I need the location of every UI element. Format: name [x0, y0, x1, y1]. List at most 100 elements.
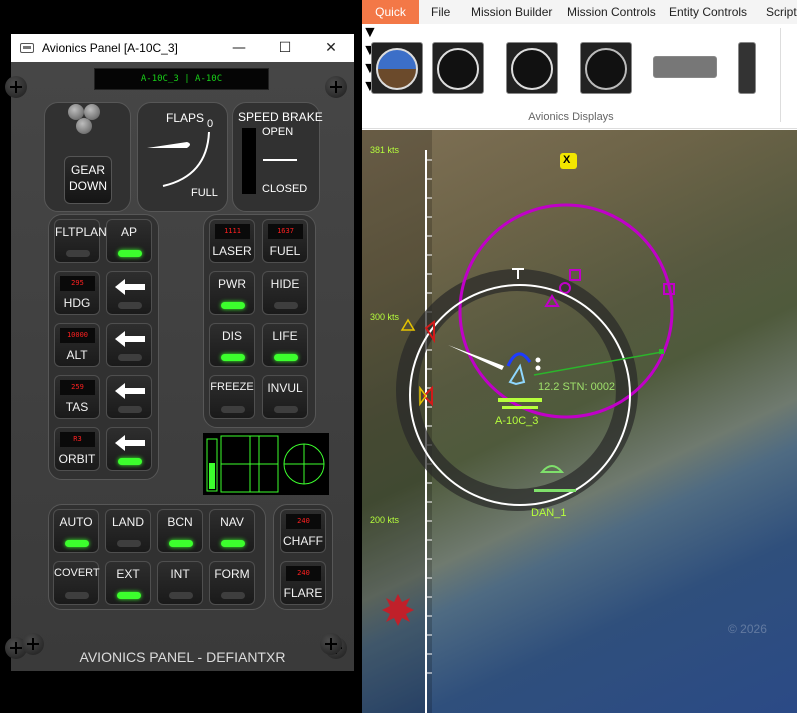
pwr-button[interactable]: PWR: [209, 271, 255, 315]
hide-label: HIDE: [270, 277, 300, 291]
life-button[interactable]: LIFE: [262, 323, 308, 367]
screw-icon: [5, 76, 27, 98]
panel-footer: AVIONICS PANEL - DEFIANTXR: [79, 649, 286, 665]
flare-button[interactable]: 240 FLARE: [280, 561, 326, 605]
menu-quick[interactable]: Quick: [362, 0, 419, 24]
ext-button[interactable]: EXT: [105, 561, 151, 605]
orbit-display: R3: [60, 432, 95, 447]
int-button[interactable]: INT: [157, 561, 203, 605]
laser-label: LASER: [212, 244, 252, 258]
life-label: LIFE: [272, 329, 298, 343]
form-button[interactable]: FORM: [209, 561, 255, 605]
ap-led: [118, 250, 142, 257]
speed-brake-indicator[interactable]: [263, 159, 297, 161]
hdg-button[interactable]: 295 HDG: [54, 271, 100, 315]
screw-icon: [325, 76, 347, 98]
nav-button[interactable]: NAV: [209, 509, 255, 553]
chaff-display: 240: [286, 514, 321, 529]
ap-button[interactable]: AP: [106, 219, 152, 263]
speed-brake-open: OPEN: [262, 126, 294, 138]
auto-button[interactable]: AUTO: [53, 509, 99, 553]
speed-brake-closed: CLOSED: [262, 183, 308, 195]
laser-display: 1111: [215, 224, 250, 239]
menu-file[interactable]: File: [431, 5, 450, 19]
tas-display: 259: [60, 380, 95, 395]
hide-button[interactable]: HIDE: [262, 271, 308, 315]
menu-mission-builder[interactable]: Mission Builder: [471, 5, 552, 19]
orbit-select-button[interactable]: [106, 427, 152, 471]
altimeter-icon[interactable]: [432, 42, 484, 94]
speed-mark-200: 200 kts: [370, 515, 400, 525]
hdg-label: HDG: [63, 296, 91, 310]
callsign-display: A-10C_3 | A-10C: [94, 68, 269, 90]
panel-strip-icon[interactable]: [653, 56, 717, 78]
fuel-display: 1637: [268, 224, 303, 239]
menu-script[interactable]: Script: [766, 5, 797, 19]
fltplan-button[interactable]: FLTPLAN: [54, 219, 107, 263]
hdg-led: [118, 302, 142, 309]
land-label: LAND: [111, 515, 144, 529]
hdg-select-button[interactable]: [106, 271, 152, 315]
freeze-led: [221, 406, 245, 413]
orbit-button[interactable]: R3 ORBIT: [54, 427, 100, 471]
auto-led: [65, 540, 89, 547]
minimize-button[interactable]: —: [216, 34, 262, 62]
bcn-button[interactable]: BCN: [157, 509, 203, 553]
title-bar[interactable]: Avionics Panel [A-10C_3] — ☐ ✕: [11, 34, 354, 62]
gear-button[interactable]: GEAR DOWN: [64, 156, 112, 204]
arrow-left-icon: [115, 331, 145, 347]
alt-led: [118, 354, 142, 361]
avionics-panel: A-10C_3 | A-10C GEAR DOWN FLAPS 0 FULL S…: [5, 62, 354, 671]
menu-entity-controls[interactable]: Entity Controls: [669, 5, 747, 19]
int-label: INT: [170, 567, 190, 581]
fuel-label: FUEL: [269, 244, 301, 258]
invul-button[interactable]: INVUL: [262, 375, 308, 419]
attitude-indicator-icon[interactable]: [371, 42, 423, 94]
laser-button[interactable]: 1111 LASER: [209, 219, 255, 263]
hide-led: [274, 302, 298, 309]
speed-brake-slot: [242, 128, 256, 194]
maximize-button[interactable]: ☐: [262, 34, 308, 62]
app-icon: [20, 43, 34, 53]
airspeed-indicator-icon[interactable]: [506, 42, 558, 94]
tas-select-button[interactable]: [106, 375, 152, 419]
tactical-map[interactable]: 381 kts 300 kts 200 kts X 12.2 STN: 0002…: [362, 130, 797, 713]
gear-light-icon: [76, 118, 92, 134]
flare-display: 240: [286, 566, 321, 581]
window-title: Avionics Panel [A-10C_3]: [42, 41, 178, 55]
radio-panel-icon[interactable]: [738, 42, 756, 94]
ribbon-separator: [780, 28, 781, 122]
ap-label: AP: [120, 225, 137, 239]
hdg-display: 295: [60, 276, 95, 291]
close-button[interactable]: ✕: [308, 34, 354, 62]
radar-display: [203, 433, 329, 495]
nav-label: NAV: [220, 515, 244, 529]
hsi-icon[interactable]: [580, 42, 632, 94]
orbit-label: ORBIT: [58, 452, 96, 466]
menu-mission-controls[interactable]: Mission Controls: [567, 5, 656, 19]
nav-led: [221, 540, 245, 547]
int-led: [169, 592, 193, 599]
alt-select-button[interactable]: [106, 323, 152, 367]
invul-led: [274, 406, 298, 413]
dropdown-arrow-icon[interactable]: ▼: [362, 24, 797, 42]
freeze-button[interactable]: FREEZE: [209, 375, 255, 419]
fuel-button[interactable]: 1637 FUEL: [262, 219, 308, 263]
covert-button[interactable]: COVERT: [53, 561, 100, 605]
pwr-led: [221, 302, 245, 309]
ext-label: EXT: [116, 567, 140, 581]
ownship-label[interactable]: A-10C_3: [495, 415, 538, 427]
land-led: [117, 540, 141, 547]
waypoint-marker[interactable]: X: [563, 154, 570, 166]
flaps-gauge: [147, 131, 210, 187]
pwr-label: PWR: [218, 277, 246, 291]
tas-button[interactable]: 259 TAS: [54, 375, 100, 419]
arrow-left-icon: [115, 383, 145, 399]
alt-button[interactable]: 10000 ALT: [54, 323, 100, 367]
ext-led: [117, 592, 141, 599]
speed-mark-300: 300 kts: [370, 312, 400, 322]
chaff-button[interactable]: 240 CHAFF: [280, 509, 326, 553]
entity-label[interactable]: DAN_1: [531, 507, 566, 519]
dis-button[interactable]: DIS: [209, 323, 255, 367]
land-button[interactable]: LAND: [105, 509, 151, 553]
